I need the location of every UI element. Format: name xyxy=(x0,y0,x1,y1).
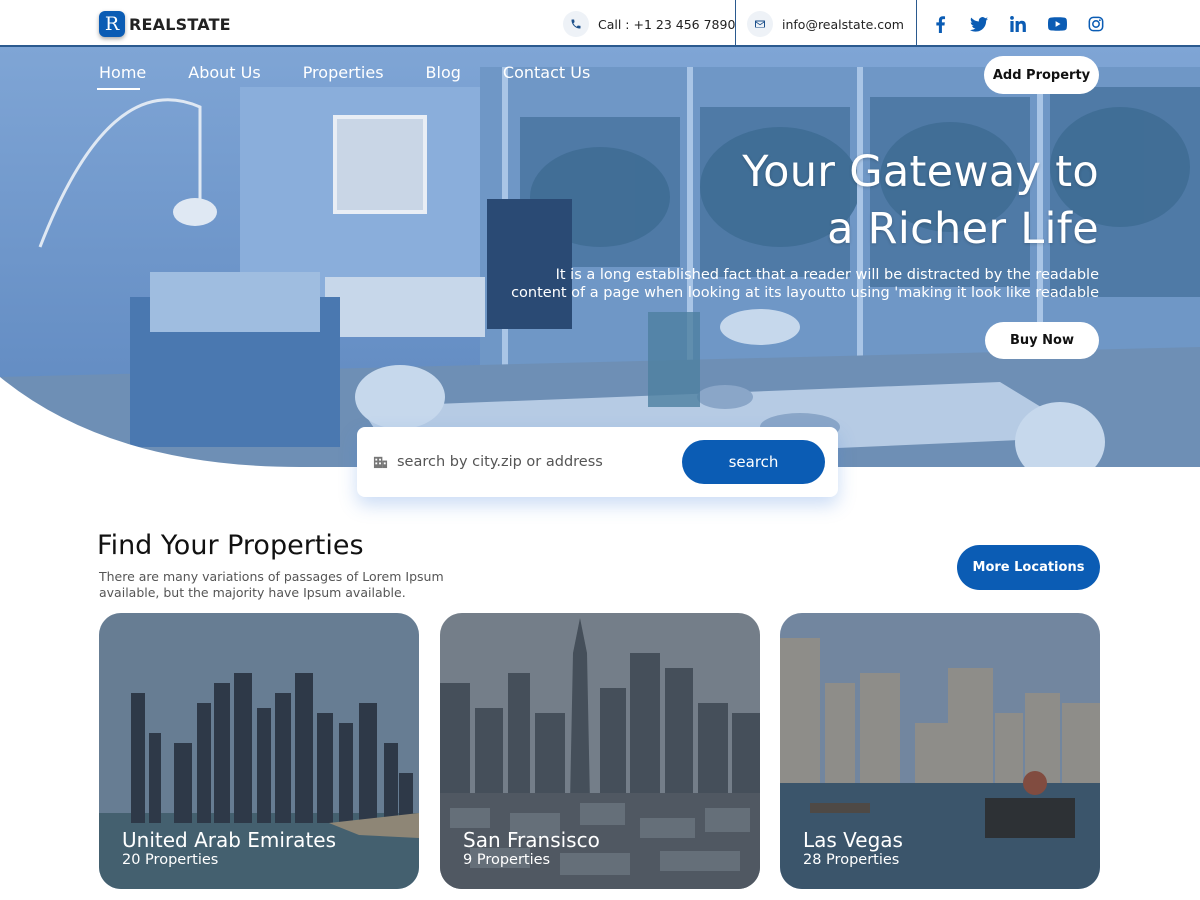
youtube-icon[interactable] xyxy=(1047,14,1067,34)
hero-title-line2: a Richer Life xyxy=(827,204,1099,254)
logo-badge: R xyxy=(99,11,125,37)
search-input[interactable] xyxy=(397,449,667,475)
hero-description-line1: It is a long established fact that a rea… xyxy=(555,267,1099,283)
instagram-icon[interactable] xyxy=(1086,14,1106,34)
location-name: United Arab Emirates xyxy=(122,828,337,852)
building-icon xyxy=(373,454,388,473)
phone-icon xyxy=(563,11,589,37)
location-card-las-vegas[interactable]: Las Vegas 28 Properties xyxy=(780,613,1100,889)
logo[interactable]: R REALSTATE xyxy=(99,11,231,37)
location-name: San Fransisco xyxy=(463,828,600,852)
social-links xyxy=(930,14,1106,34)
logo-text: REALSTATE xyxy=(129,14,231,34)
phone-text: Call : +1 23 456 7890 xyxy=(598,16,736,32)
hero-description-line2: content of a page when looking at its la… xyxy=(511,285,1099,301)
nav-contact-us[interactable]: Contact Us xyxy=(503,63,590,82)
hero-title: Your Gateway to a Richer Life xyxy=(499,144,1099,258)
linkedin-icon[interactable] xyxy=(1008,14,1028,34)
mail-icon xyxy=(747,11,773,37)
main-nav: Home About Us Properties Blog Contact Us xyxy=(96,63,632,90)
nav-blog[interactable]: Blog xyxy=(426,63,461,82)
twitter-icon[interactable] xyxy=(969,14,989,34)
search-button[interactable]: search xyxy=(682,440,825,484)
hero-banner: Home About Us Properties Blog Contact Us… xyxy=(0,47,1200,467)
facebook-icon[interactable] xyxy=(930,14,950,34)
nav-home[interactable]: Home xyxy=(96,63,146,90)
location-count: 20 Properties xyxy=(122,852,219,868)
phone-contact[interactable]: Call : +1 23 456 7890 xyxy=(563,11,735,37)
location-count: 28 Properties xyxy=(803,852,900,868)
section-title: Find Your Properties xyxy=(97,530,364,561)
nav-properties[interactable]: Properties xyxy=(303,63,384,82)
location-name: Las Vegas xyxy=(803,828,903,852)
email-contact[interactable]: info@realstate.com xyxy=(747,11,904,37)
divider xyxy=(735,0,736,47)
buy-now-button[interactable]: Buy Now xyxy=(985,322,1099,359)
hero-description: It is a long established fact that a rea… xyxy=(459,266,1099,302)
location-count: 9 Properties xyxy=(463,852,551,868)
section-subtitle: There are many variations of passages of… xyxy=(99,569,444,600)
top-bar: R REALSTATE Call : +1 23 456 7890 info@r… xyxy=(0,0,1200,47)
hero-title-line1: Your Gateway to xyxy=(742,147,1099,197)
more-locations-button[interactable]: More Locations xyxy=(957,545,1100,590)
divider xyxy=(916,0,917,47)
location-card-uae[interactable]: United Arab Emirates 20 Properties xyxy=(99,613,419,889)
email-text: info@realstate.com xyxy=(782,16,904,32)
nav-about-us[interactable]: About Us xyxy=(188,63,260,82)
search-box: search xyxy=(357,427,838,497)
location-card-san-fransisco[interactable]: San Fransisco 9 Properties xyxy=(440,613,760,889)
add-property-button[interactable]: Add Property xyxy=(984,56,1099,94)
